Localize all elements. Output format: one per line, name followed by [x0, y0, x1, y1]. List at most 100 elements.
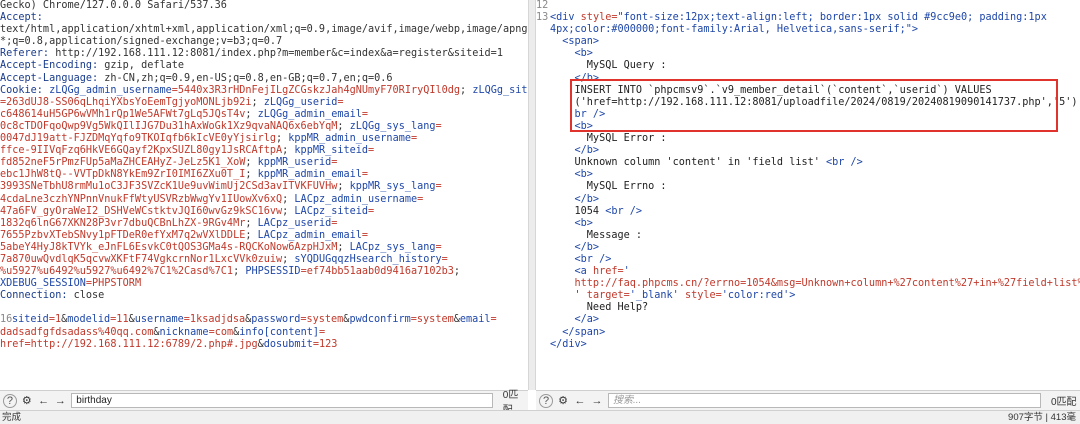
token: = — [331, 217, 338, 229]
header-value: http://192.168.111.12:8081/index.php?m=m… — [49, 48, 503, 60]
token: 7a870uwQvdlqK5qcvwXKFtF74VgkcrnNor1LxcVV… — [0, 253, 283, 265]
token: ; — [337, 241, 350, 253]
token: dosubmit — [263, 338, 313, 350]
header-key: Accept-Encoding: — [0, 60, 99, 72]
token: href=http://192.168.111.12:6789/2.php#.j… — [0, 338, 258, 350]
response-line: </div> — [536, 339, 1080, 351]
token: zLQGg_userid — [263, 96, 338, 108]
token: ; — [245, 217, 258, 229]
line-number: 12 — [536, 0, 549, 11]
request-code[interactable]: Gecko) Chrome/127.0.0.0 Safari/537.36 Acc… — [0, 0, 528, 351]
response-line: Unknown column 'content' in 'field list'… — [536, 157, 1080, 169]
response-line: </b> — [536, 73, 1080, 85]
response-line: </b> — [536, 242, 1080, 254]
token: ; — [453, 266, 461, 278]
token: </span> — [550, 326, 606, 338]
response-size: 907字节 | 413毫 — [1008, 412, 1076, 423]
request-line: Gecko) Chrome/127.0.0.0 Safari/537.36 — [0, 0, 528, 12]
token: username — [134, 314, 184, 326]
token: =system — [410, 314, 454, 326]
token: ; — [337, 120, 350, 132]
arrow-left-icon[interactable]: ← — [573, 394, 587, 408]
header-value: gzip, deflate — [98, 60, 185, 72]
request-line: 0047dJ19att-FJZDMqYqfo9TKOIqfb6kIcVE0yYj… — [0, 133, 528, 145]
response-code[interactable]: 12 13 <div style="font-size:12px;text-alig… — [536, 0, 1080, 351]
token: =1ksadjdsa — [183, 314, 246, 326]
request-line: 7655PzbvXTebSNvy1pFTDeR0efYxM7q2wVXlDDLE… — [0, 230, 528, 242]
token: ffce-9IIVqFzq6HkVE6GQayf2KpxSUZL80gy1JsR… — [0, 145, 283, 157]
token: 5abeY4HyJ8kTVYk_eJnFL6EsvkC0tQOS3GMa4s-R… — [0, 241, 338, 253]
token: dadsadfgfdsadass%40qq.com — [0, 326, 154, 338]
request-line: Referer: http://192.168.111.12:8081/inde… — [0, 48, 528, 60]
line-text: Gecko) Chrome/127.0.0.0 Safari/537.36 — [0, 0, 227, 11]
response-line: INSERT INTO `phpcmsv9`.`v9_member_detail… — [536, 85, 1080, 97]
gear-icon[interactable]: ⚙ — [20, 394, 34, 408]
response-line: 13 <div style="font-size:12px;text-align:… — [536, 12, 1080, 24]
token: LACpz_admin_username — [294, 193, 418, 205]
token: ; — [337, 181, 350, 193]
pane-divider[interactable] — [528, 0, 536, 390]
response-line: 1054 <br /> — [536, 206, 1080, 218]
response-line: <b> — [536, 121, 1080, 133]
request-line: Accept-Encoding: gzip, deflate — [0, 60, 528, 72]
token: kppMR_admin_username — [288, 133, 411, 145]
token: Need Help? — [550, 302, 649, 314]
help-icon[interactable]: ? — [3, 393, 17, 408]
token: '_blank' — [629, 290, 679, 302]
token: nickname — [159, 326, 209, 338]
response-line: br /> — [536, 109, 1080, 121]
token: Message : — [550, 229, 643, 241]
response-line: <a href=' — [536, 266, 1080, 278]
token: "font-size:12px;text-align:left; border:… — [617, 12, 1047, 24]
help-icon[interactable]: ? — [539, 393, 553, 408]
token: <br /> — [605, 205, 643, 217]
token: = — [435, 120, 442, 132]
token: INSERT INTO `phpcmsv9`.`v9_member_detail… — [550, 84, 992, 96]
arrow-right-icon[interactable]: → — [590, 394, 604, 408]
token: 7655PzbvXTebSNvy1pFTDeR0efYxM7q2wVXlDDLE — [0, 229, 246, 241]
token: <b> — [550, 217, 593, 229]
token: </b> — [550, 241, 600, 253]
token: kppMR_siteid — [294, 145, 369, 157]
token: </b> — [550, 145, 600, 157]
arrow-right-icon[interactable]: → — [53, 394, 67, 408]
token: modelid — [67, 314, 111, 326]
token: <b> — [550, 169, 593, 181]
response-search-input[interactable]: 搜索... — [608, 393, 1041, 408]
status-bar: 完成 907字节 | 413毫 — [0, 410, 1080, 424]
request-line: Connection: close — [0, 290, 528, 302]
arrow-left-icon[interactable]: ← — [37, 394, 51, 408]
request-search-input[interactable]: birthday — [71, 393, 493, 408]
response-line: Need Help? — [536, 302, 1080, 314]
token: = — [331, 157, 338, 169]
token: = — [435, 241, 442, 253]
request-line: Accept-Language: zh-CN,zh;q=0.9,en-US;q=… — [0, 73, 528, 85]
request-line: href=http://192.168.111.12:6789/2.php#.j… — [0, 339, 528, 351]
request-line: ffce-9IIVqFzq6HkVE6GQayf2KpxSUZL80gy1JsR… — [0, 145, 528, 157]
token: zLQGg_admin_email — [257, 108, 362, 120]
token: </div> — [550, 338, 587, 350]
request-line: 0c8cTDOFqoQwp9Vg5WkQIlIJG7Du31hAxWoGk1Xz… — [0, 121, 528, 133]
token: > — [789, 290, 796, 302]
gear-icon[interactable]: ⚙ — [556, 394, 570, 408]
token: </b> — [550, 72, 600, 84]
response-line: </b> — [536, 145, 1080, 157]
token: 0047dJ19att-FJZDMqYqfo9TKOIqfb6kIcVE0yYj… — [0, 133, 277, 145]
token: 1832q6lnG67XKN28P3vr7dbuQCBnLhZX-9RGv4Mr — [0, 217, 246, 229]
request-line: XDEBUG_SESSION=PHPSTORM — [0, 278, 528, 290]
response-editor-pane[interactable]: 12 13 <div style="font-size:12px;text-alig… — [536, 0, 1080, 390]
response-line: <b> — [536, 218, 1080, 230]
request-line: =263dUJ8-SS06qLhqiYXbsYoEemTgjyoMONLjb92… — [0, 97, 528, 109]
request-line: c648614uH5GP6wVMh1rQp1We5AFWt7gLq5JQsT4v… — [0, 109, 528, 121]
token: MySQL Errno : — [550, 181, 667, 193]
token: = — [361, 169, 369, 181]
request-line: ebc1JhW8tQ--VVTpDkN8YkEm9ZrI0IMI6ZXu0T_I… — [0, 169, 528, 181]
token: =ef74bb51aab0d9416a7102b3 — [300, 266, 454, 278]
request-line: 1832q6lnG67XKN28P3vr7dbuQCBnLhZX-9RGv4Mr… — [0, 218, 528, 230]
token: email — [459, 314, 491, 326]
token: = — [318, 326, 326, 338]
status-text: 完成 — [2, 412, 22, 423]
request-editor-pane[interactable]: Gecko) Chrome/127.0.0.0 Safari/537.36 Acc… — [0, 0, 528, 390]
token: ' — [550, 290, 581, 302]
token: 3993SNeTbhU8rmMu1oC3JF3SVZcK1Ue9uvWimUj2… — [0, 181, 338, 193]
